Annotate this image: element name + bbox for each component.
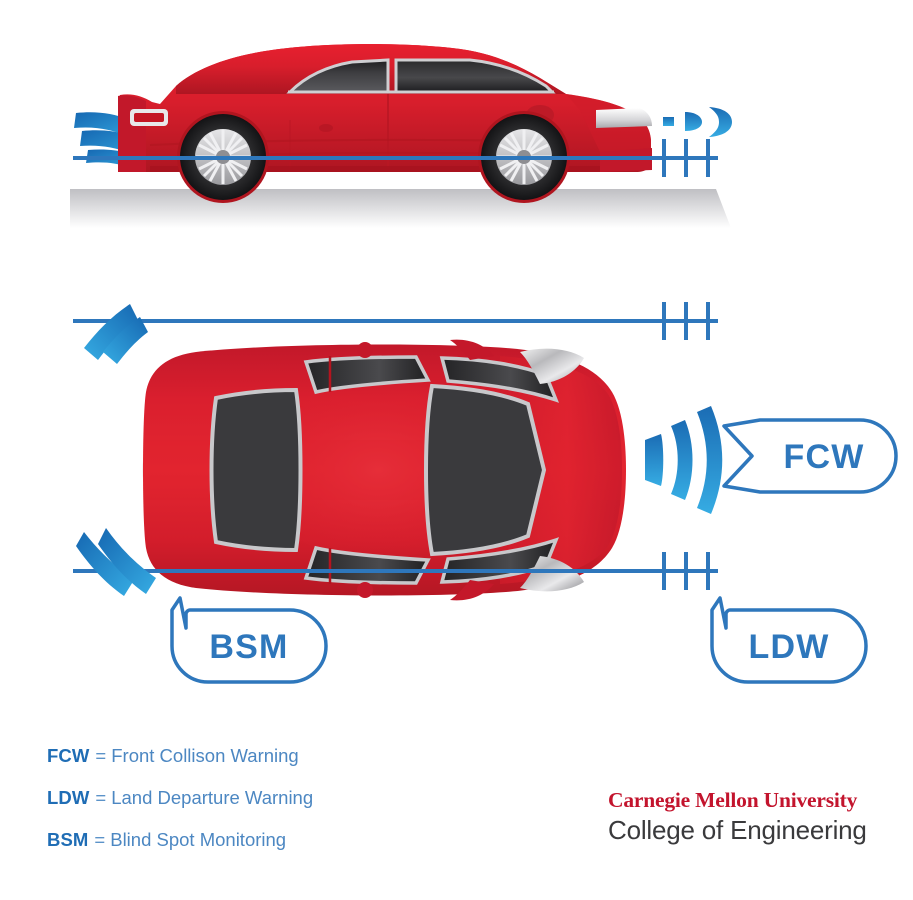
top-view-car <box>142 339 626 601</box>
legend-desc-ldw: Land Departure Warning <box>111 787 314 808</box>
side-view-group <box>70 44 732 228</box>
cmu-college-name: College of Engineering <box>608 814 867 845</box>
diagram-canvas: FCW BSM LDW FCW = Front Collison Warning… <box>0 0 913 900</box>
top-view-group: FCW BSM LDW <box>73 302 898 684</box>
callout-ldw-label: LDW <box>748 628 829 666</box>
legend-separator: = <box>95 787 107 808</box>
legend-desc-fcw: Front Collison Warning <box>111 745 299 766</box>
cmu-university-name: Carnegie Mellon University <box>608 788 858 812</box>
front-radar-pulses <box>663 107 732 137</box>
legend-abbr-ldw: LDW <box>47 787 90 808</box>
legend: FCW = Front Collison Warning LDW = Land … <box>47 745 467 871</box>
legend-separator: = <box>94 829 106 850</box>
callout-fcw-label: FCW <box>783 438 864 476</box>
legend-item-ldw: LDW = Land Departure Warning <box>47 787 467 829</box>
callout-bsm[interactable]: BSM <box>170 596 328 684</box>
legend-separator: = <box>95 745 107 766</box>
legend-item-fcw: FCW = Front Collison Warning <box>47 745 467 787</box>
side-view-car <box>118 44 652 203</box>
callout-bsm-label: BSM <box>209 628 288 666</box>
cmu-logo: Carnegie Mellon University College of En… <box>608 788 898 846</box>
bsm-wave-icon <box>76 528 156 596</box>
legend-desc-bsm: Blind Spot Monitoring <box>110 829 287 850</box>
callout-fcw[interactable]: FCW <box>722 418 898 494</box>
upper-left-wave-icon <box>84 304 148 364</box>
legend-item-bsm: BSM = Blind Spot Monitoring <box>47 829 467 871</box>
callout-ldw[interactable]: LDW <box>710 596 868 684</box>
legend-abbr-bsm: BSM <box>47 829 89 850</box>
legend-abbr-fcw: FCW <box>47 745 90 766</box>
ground-platform <box>70 189 731 228</box>
fcw-wave-icon <box>645 406 723 514</box>
